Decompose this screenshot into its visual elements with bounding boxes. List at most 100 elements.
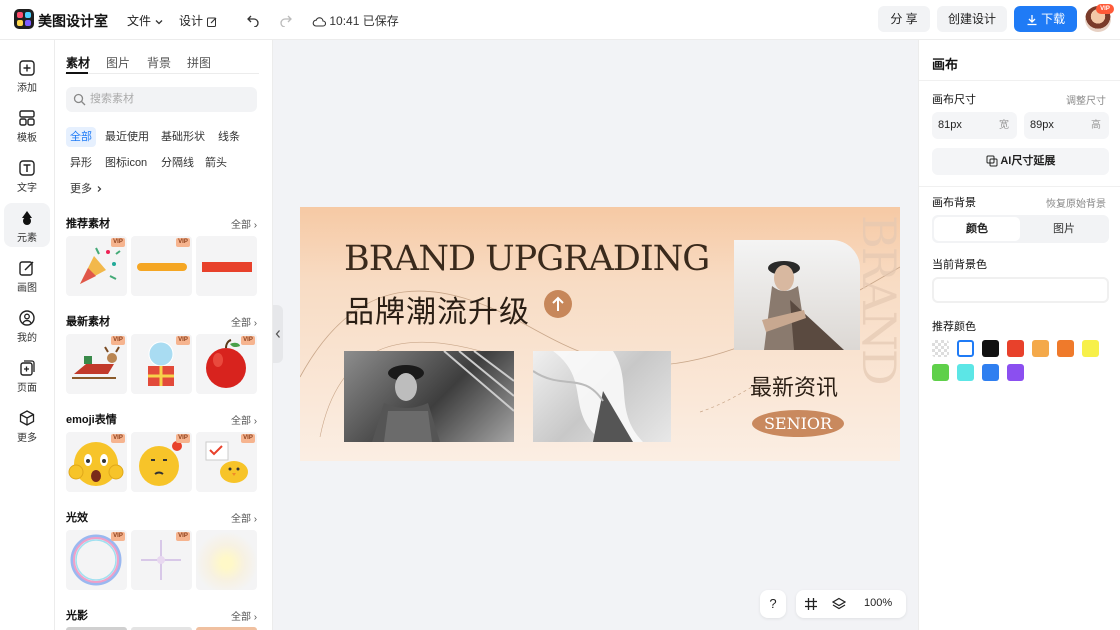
shapes-icon — [22, 211, 32, 225]
section-title-light-effects: 光效 — [66, 512, 88, 524]
woman-hat-image — [762, 261, 844, 350]
search-input[interactable]: 搜索素材 — [66, 87, 257, 112]
section-title-emoji: emoji表情 — [66, 414, 117, 426]
grid-icon[interactable] — [804, 597, 818, 611]
see-all-recommended[interactable]: 全部 › — [231, 216, 257, 231]
material-glow[interactable] — [196, 530, 257, 590]
section-title-recommended: 推荐素材 — [66, 218, 110, 230]
material-party-popper[interactable]: VIP — [66, 236, 127, 296]
material-yellow-stroke[interactable]: VIP — [131, 236, 192, 296]
chip-icons[interactable]: 图标icon — [101, 153, 151, 173]
sidebar-item-label: 添加 — [17, 83, 37, 94]
photo-fabric[interactable] — [533, 351, 671, 442]
chip-basic-shapes[interactable]: 基础形状 — [157, 127, 209, 147]
layers-icon[interactable] — [832, 597, 846, 611]
sidebar-item-template[interactable]: 模板 — [4, 103, 50, 147]
material-apple[interactable]: VIP — [196, 334, 257, 394]
chip-more[interactable]: 更多 — [66, 179, 107, 199]
help-button[interactable]: ? — [760, 590, 786, 618]
chip-irregular[interactable]: 异形 — [66, 153, 96, 173]
sidebar-item-mine[interactable]: 我的 — [4, 303, 50, 347]
sidebar-item-elements[interactable]: 元素 — [4, 203, 50, 247]
color-swatch[interactable] — [1007, 340, 1024, 357]
share-button[interactable]: 分 享 — [878, 6, 930, 32]
color-swatch[interactable] — [982, 340, 999, 357]
zoom-level[interactable]: 100% — [864, 597, 892, 609]
tab-color[interactable]: 颜色 — [934, 217, 1020, 241]
download-label: 下载 — [1041, 12, 1066, 26]
create-design-button[interactable]: 创建设计 — [937, 6, 1007, 32]
height-unit: 高 — [1091, 120, 1101, 131]
width-field[interactable]: 81px 宽 — [932, 112, 1017, 139]
material-gift-snowglobe[interactable]: VIP — [131, 334, 192, 394]
tab-materials[interactable]: 素材 — [66, 54, 90, 71]
fabric-image — [533, 351, 643, 442]
photo-woman-hat[interactable] — [734, 240, 860, 350]
section-title-light-shadow: 光影 — [66, 610, 88, 622]
banner-title-en[interactable]: BRAND UPGRADING — [344, 239, 710, 279]
adjust-size-link[interactable]: 调整尺寸 — [1066, 92, 1106, 107]
arrow-up-circle[interactable] — [544, 290, 572, 318]
color-swatch[interactable] — [1057, 340, 1074, 357]
see-all-latest[interactable]: 全部 › — [231, 314, 257, 329]
design-canvas[interactable]: BRAND BRAND UPGRADING 品牌潮流升级 最新资讯 SENIOR — [300, 207, 900, 461]
sidebar-item-more[interactable]: 更多 — [4, 403, 50, 447]
tab-backgrounds[interactable]: 背景 — [147, 54, 171, 71]
vip-badge: VIP — [1096, 4, 1114, 14]
material-emoji-chick[interactable]: VIP — [196, 432, 257, 492]
color-swatch[interactable] — [932, 340, 949, 357]
sidebar-item-label: 我的 — [17, 333, 37, 344]
file-menu[interactable]: 文件 — [127, 12, 164, 29]
design-menu[interactable]: 设计 — [179, 12, 218, 29]
tab-collage[interactable]: 拼图 — [187, 54, 211, 71]
zoom-controls: 100% — [796, 590, 906, 618]
color-swatch[interactable] — [1032, 340, 1049, 357]
color-swatch[interactable] — [1082, 340, 1099, 357]
sidebar-item-text[interactable]: 文字 — [4, 153, 50, 197]
banner-senior-badge[interactable]: SENIOR — [752, 410, 844, 437]
material-emoji-thinking[interactable]: VIP — [131, 432, 192, 492]
restore-bg-link[interactable]: 恢复原始背景 — [1046, 195, 1106, 210]
photo-woman-bw[interactable] — [344, 351, 514, 442]
height-field[interactable]: 89px 高 — [1024, 112, 1109, 139]
redo-icon[interactable] — [279, 13, 293, 27]
see-all-light-effects[interactable]: 全部 › — [231, 510, 257, 525]
material-star-sparkle[interactable]: VIP — [131, 530, 192, 590]
chip-all[interactable]: 全部 — [66, 127, 96, 147]
app-logo[interactable] — [14, 9, 34, 29]
chip-lines[interactable]: 线条 — [214, 127, 244, 147]
see-all-emoji[interactable]: 全部 › — [231, 412, 257, 427]
material-sleigh[interactable]: VIP — [66, 334, 127, 394]
sidebar-item-page[interactable]: 页面 — [4, 353, 50, 397]
see-all-label: 全部 — [231, 612, 251, 623]
color-swatch[interactable] — [957, 364, 974, 381]
see-all-light-shadow[interactable]: 全部 › — [231, 608, 257, 623]
color-swatch[interactable] — [982, 364, 999, 381]
color-swatch[interactable] — [957, 340, 974, 357]
undo-icon[interactable] — [246, 13, 260, 27]
vertical-brand-text: BRAND — [852, 215, 900, 384]
chip-recent[interactable]: 最近使用 — [101, 127, 153, 147]
material-emoji-scared[interactable]: VIP — [66, 432, 127, 492]
vip-tag: VIP — [176, 238, 190, 247]
chip-dividers[interactable]: 分隔线 — [157, 153, 198, 173]
chip-arrows[interactable]: 箭头 — [201, 153, 231, 173]
banner-news-text[interactable]: 最新资讯 — [750, 370, 838, 402]
current-bg-color[interactable] — [932, 277, 1109, 303]
sidebar-item-add[interactable]: 添加 — [4, 53, 50, 97]
arrow-up-icon — [552, 296, 564, 311]
material-bubble-ring[interactable]: VIP — [66, 530, 127, 590]
sidebar-item-label: 页面 — [17, 383, 37, 394]
tab-images[interactable]: 图片 — [106, 54, 130, 71]
sidebar-item-draw[interactable]: 画图 — [4, 253, 50, 297]
tab-image[interactable]: 图片 — [1021, 217, 1107, 241]
ai-resize-button[interactable]: AI尺寸延展 — [932, 148, 1109, 175]
save-status: 10:41 已保存 — [312, 12, 399, 29]
material-red-rectangle[interactable] — [196, 236, 257, 296]
color-swatch[interactable] — [932, 364, 949, 381]
download-button[interactable]: 下载 — [1014, 6, 1077, 32]
panel-collapse-handle[interactable] — [273, 305, 283, 363]
color-swatch[interactable] — [1007, 364, 1024, 381]
tab-divider — [65, 73, 259, 74]
banner-title-cn[interactable]: 品牌潮流升级 — [344, 287, 530, 331]
